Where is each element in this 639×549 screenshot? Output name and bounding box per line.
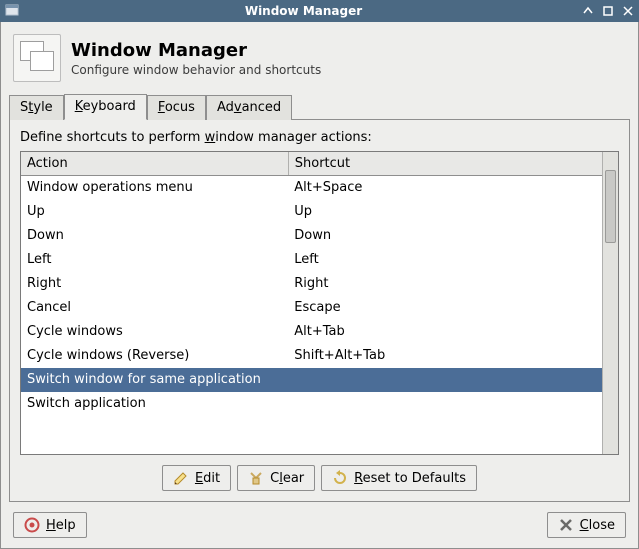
cell-action: Switch window for same application	[21, 368, 288, 392]
close-titlebar-button[interactable]	[621, 4, 635, 18]
shortcuts-table-wrap: Action Shortcut Window operations menuAl…	[20, 151, 619, 455]
tab-style[interactable]: Style	[9, 95, 64, 120]
table-row[interactable]: Window operations menuAlt+Space	[21, 176, 602, 200]
cell-shortcut	[288, 392, 602, 416]
cell-action: Up	[21, 200, 288, 224]
cell-shortcut: Alt+Space	[288, 176, 602, 200]
cell-action: Right	[21, 272, 288, 296]
cell-shortcut: Right	[288, 272, 602, 296]
tab-advanced[interactable]: Advanced	[206, 95, 292, 120]
cell-shortcut: Alt+Tab	[288, 320, 602, 344]
instruction-label: Define shortcuts to perform window manag…	[20, 130, 619, 145]
close-button[interactable]: Close	[547, 512, 626, 538]
header-title: Window Manager	[71, 40, 321, 61]
cell-shortcut: Escape	[288, 296, 602, 320]
table-row[interactable]: Cycle windows (Reverse)Shift+Alt+Tab	[21, 344, 602, 368]
refresh-icon	[332, 470, 348, 486]
cell-shortcut: Down	[288, 224, 602, 248]
cell-action: Down	[21, 224, 288, 248]
window-icon	[4, 3, 20, 19]
help-icon	[24, 517, 40, 533]
clear-icon	[248, 470, 264, 486]
vertical-scrollbar[interactable]	[602, 152, 618, 454]
cell-shortcut	[288, 368, 602, 392]
cell-shortcut: Shift+Alt+Tab	[288, 344, 602, 368]
table-row[interactable]: Switch window for same application	[21, 368, 602, 392]
table-row[interactable]: CancelEscape	[21, 296, 602, 320]
window-body: Window Manager Configure window behavior…	[0, 22, 639, 549]
table-row[interactable]: Switch application	[21, 392, 602, 416]
shortcuts-table: Action Shortcut Window operations menuAl…	[21, 152, 602, 416]
table-row[interactable]: LeftLeft	[21, 248, 602, 272]
scrollbar-thumb[interactable]	[605, 170, 616, 243]
cell-action: Window operations menu	[21, 176, 288, 200]
table-buttons: Edit Clear Reset to Defaults	[20, 465, 619, 491]
edit-button[interactable]: Edit	[162, 465, 231, 491]
window-title: Window Manager	[26, 4, 581, 18]
dialog-footer: Help Close	[9, 502, 630, 540]
header: Window Manager Configure window behavior…	[9, 30, 630, 90]
cell-action: Cycle windows (Reverse)	[21, 344, 288, 368]
header-text: Window Manager Configure window behavior…	[71, 40, 321, 77]
reset-to-defaults-button[interactable]: Reset to Defaults	[321, 465, 477, 491]
column-header-action[interactable]: Action	[21, 152, 288, 176]
help-button[interactable]: Help	[13, 512, 87, 538]
window-manager-icon	[13, 34, 61, 82]
cell-shortcut: Left	[288, 248, 602, 272]
table-row[interactable]: UpUp	[21, 200, 602, 224]
tabbar: StyleKeyboardFocusAdvanced	[9, 94, 630, 120]
table-row[interactable]: DownDown	[21, 224, 602, 248]
cell-action: Cycle windows	[21, 320, 288, 344]
cell-shortcut: Up	[288, 200, 602, 224]
table-row[interactable]: Cycle windowsAlt+Tab	[21, 320, 602, 344]
tab-panel-keyboard: Define shortcuts to perform window manag…	[9, 120, 630, 502]
tab-keyboard[interactable]: Keyboard	[64, 94, 147, 120]
cell-action: Cancel	[21, 296, 288, 320]
window-controls	[581, 4, 635, 18]
titlebar: Window Manager	[0, 0, 639, 22]
cell-action: Left	[21, 248, 288, 272]
column-header-shortcut[interactable]: Shortcut	[288, 152, 602, 176]
rollup-button[interactable]	[581, 4, 595, 18]
maximize-button[interactable]	[601, 4, 615, 18]
table-row[interactable]: RightRight	[21, 272, 602, 296]
cell-action: Switch application	[21, 392, 288, 416]
close-icon	[558, 517, 574, 533]
header-subtitle: Configure window behavior and shortcuts	[71, 63, 321, 77]
edit-icon	[173, 470, 189, 486]
clear-button[interactable]: Clear	[237, 465, 315, 491]
tab-focus[interactable]: Focus	[147, 95, 206, 120]
